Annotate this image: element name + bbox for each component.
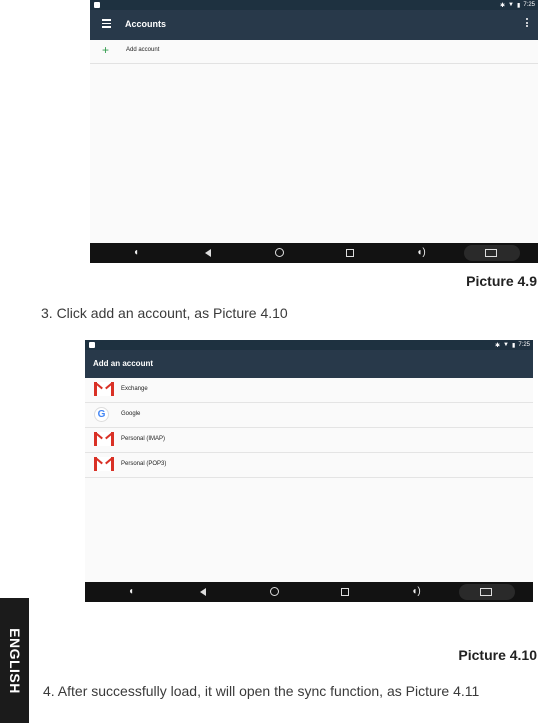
screenshot-icon[interactable]	[485, 247, 497, 259]
status-time: 7:25	[523, 2, 535, 8]
caption-picture-4-10: Picture 4.10	[458, 647, 537, 663]
step-4-text: 4. After successfully load, it will open…	[43, 683, 480, 699]
notification-icon	[94, 2, 100, 8]
status-right: ✱ ▼ ▮ 7:25	[500, 0, 535, 10]
back-icon[interactable]	[202, 247, 214, 259]
plus-icon: +	[102, 43, 110, 57]
account-type-personal-imap[interactable]: Personal (IMAP)	[85, 428, 533, 453]
wifi-icon: ▼	[503, 342, 509, 348]
volume-up-icon[interactable]: ◖)	[415, 247, 427, 259]
page-title: Accounts	[125, 19, 167, 29]
status-bar: ✱ ▼ ▮ 7:25	[90, 0, 538, 10]
recents-icon[interactable]	[339, 586, 351, 598]
account-type-label: Personal (IMAP)	[121, 436, 166, 442]
account-type-label: Exchange	[121, 386, 148, 392]
notification-icon	[89, 342, 95, 348]
status-time: 7:25	[518, 342, 530, 348]
add-account-item[interactable]: + Add account	[90, 40, 538, 64]
status-bar: ✱ ▼ ▮ 7:25	[85, 340, 533, 350]
app-bar: Add an account	[85, 350, 533, 378]
step-3-text: 3. Click add an account, as Picture 4.10	[41, 305, 288, 321]
account-type-personal-pop3[interactable]: Personal (POP3)	[85, 453, 533, 478]
caption-picture-4-9: Picture 4.9	[466, 273, 537, 289]
add-account-label: Add account	[126, 47, 160, 53]
home-icon[interactable]	[268, 586, 280, 598]
account-type-exchange[interactable]: Exchange	[85, 378, 533, 403]
app-bar: Accounts	[90, 10, 538, 40]
navigation-bar: ◖ ◖)	[85, 582, 533, 602]
gmail-icon	[94, 457, 114, 472]
side-tab-label: ENGLISH	[6, 627, 23, 694]
hamburger-menu-icon[interactable]	[102, 19, 111, 28]
language-side-tab: ENGLISH	[0, 598, 29, 723]
screenshot-add-account: ✱ ▼ ▮ 7:25 Add an account Exchange G Goo…	[85, 340, 533, 602]
overflow-menu-icon[interactable]	[526, 18, 528, 29]
account-type-label: Google	[121, 411, 141, 417]
back-icon[interactable]	[197, 586, 209, 598]
battery-icon: ▮	[517, 2, 521, 9]
volume-up-icon[interactable]: ◖)	[410, 586, 422, 598]
bluetooth-icon: ✱	[495, 342, 501, 349]
account-type-list: Exchange G Google Personal (IMAP) Person…	[85, 378, 533, 478]
page-title: Add an account	[93, 359, 154, 368]
navigation-bar: ◖ ◖)	[90, 243, 538, 263]
battery-icon: ▮	[512, 342, 516, 349]
volume-down-icon[interactable]: ◖	[125, 586, 137, 598]
bluetooth-icon: ✱	[500, 2, 506, 9]
account-type-google[interactable]: G Google	[85, 403, 533, 428]
account-type-label: Personal (POP3)	[121, 461, 167, 467]
volume-down-icon[interactable]: ◖	[130, 247, 142, 259]
gmail-icon	[94, 432, 114, 447]
wifi-icon: ▼	[508, 2, 514, 8]
home-icon[interactable]	[273, 247, 285, 259]
screenshot-accounts: ✱ ▼ ▮ 7:25 Accounts + Add account ◖ ◖)	[90, 0, 538, 263]
screenshot-icon[interactable]	[480, 586, 492, 598]
recents-icon[interactable]	[344, 247, 356, 259]
status-right: ✱ ▼ ▮ 7:25	[495, 340, 530, 350]
google-icon: G	[94, 407, 114, 422]
gmail-icon	[94, 382, 114, 397]
